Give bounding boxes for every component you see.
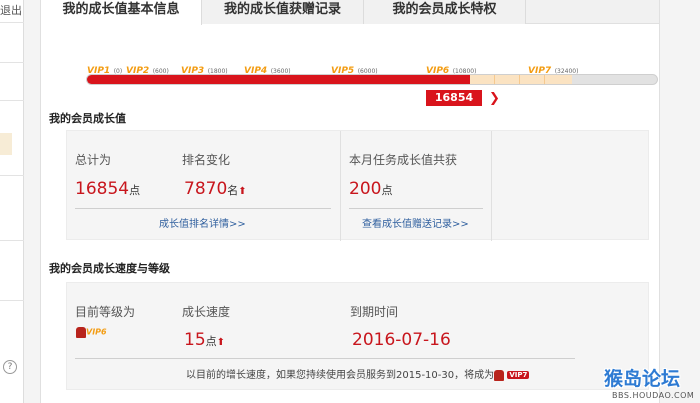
tab-gift-records[interactable]: 我的成长值获赠记录	[202, 0, 364, 24]
growth-progress-bar	[86, 74, 658, 85]
gift-records-link[interactable]: 查看成长值赠送记录>>	[362, 215, 469, 230]
watermark-url: BBS.HOUDAO.COM	[612, 391, 695, 400]
next-level-badge: VIP7	[494, 369, 530, 381]
tab-privileges[interactable]: 我的会员成长特权	[364, 0, 526, 24]
rank-unit: 名	[227, 184, 239, 197]
box-divider	[340, 131, 341, 241]
link-divider	[75, 208, 331, 209]
tab-bar: 我的成长值基本信息 我的成长值获赠记录 我的会员成长特权	[41, 0, 659, 25]
rank-value: 7870名⬆	[184, 179, 247, 199]
watermark-title: 猴岛论坛	[604, 368, 681, 390]
monthly-unit: 点	[381, 184, 393, 197]
monthly-number: 200	[349, 179, 382, 199]
upgrade-footnote: 以目前的增长速度，如果您持续使用会员服务到2015-10-30，将成为 VIP7	[186, 366, 530, 381]
total-value: 16854点	[75, 179, 140, 199]
growth-section-title: 我的会员成长值	[49, 112, 126, 125]
speed-value: 15点⬆	[184, 330, 225, 350]
speed-label: 成长速度	[182, 305, 231, 319]
total-label: 总计为	[75, 153, 112, 167]
sidebar-divider	[0, 240, 24, 241]
rank-number: 7870	[184, 179, 228, 199]
arrow-up-icon: ⬆	[216, 337, 226, 348]
total-unit: 点	[129, 184, 141, 197]
logout-link[interactable]: 退出	[0, 2, 22, 18]
vip-avatar-icon	[494, 369, 505, 381]
speed-unit: 点	[205, 335, 217, 348]
next-level-tag: VIP7	[507, 371, 530, 379]
current-level-badge: VIP6	[76, 325, 107, 338]
speed-number: 15	[184, 330, 206, 350]
box-divider	[491, 131, 492, 241]
progress-fill	[87, 75, 470, 84]
tab-growth-info[interactable]: 我的成长值基本信息	[41, 0, 202, 25]
monthly-value: 200点	[349, 179, 392, 199]
forum-watermark: 猴岛论坛 BBS.HOUDAO.COM	[604, 364, 700, 403]
help-icon[interactable]: ?	[3, 360, 17, 374]
rank-label: 排名变化	[182, 153, 231, 167]
link-divider	[349, 208, 483, 209]
expire-label: 到期时间	[350, 305, 399, 319]
left-sidebar: 退出 ?	[0, 0, 24, 403]
sidebar-item-highlight[interactable]	[0, 133, 12, 155]
growth-summary-box: 总计为 排名变化 本月任务成长值共获 16854点 7870名⬆ 200点 成长…	[66, 130, 649, 241]
monthly-label: 本月任务成长值共获	[349, 153, 458, 167]
footnote-text: 以目前的增长速度，如果您持续使用会员服务到2015-10-30，将成为	[186, 370, 495, 381]
total-number: 16854	[75, 179, 130, 199]
footnote-divider	[75, 358, 575, 359]
expire-date: 2016-07-16	[352, 330, 451, 350]
sidebar-divider	[0, 175, 24, 176]
arrow-up-icon: ⬆	[238, 186, 247, 197]
sidebar-divider	[0, 100, 24, 101]
current-level-tag: VIP6	[86, 327, 107, 337]
vip-avatar-icon	[76, 326, 86, 338]
progress-next-segment	[470, 75, 572, 84]
current-growth-marker: 16854	[426, 90, 482, 106]
sidebar-divider	[0, 62, 24, 63]
main-panel: 我的成长值基本信息 我的成长值获赠记录 我的会员成长特权 VIP1 (0) VI…	[40, 0, 660, 403]
sidebar-divider	[0, 22, 24, 23]
sidebar-divider	[0, 300, 24, 301]
level-label: 目前等级为	[75, 305, 136, 319]
chevron-right-icon[interactable]: ❯	[489, 91, 500, 106]
speed-section-title: 我的会员成长速度与等级	[49, 262, 170, 275]
rank-details-link[interactable]: 成长值排名详情>>	[159, 215, 246, 230]
